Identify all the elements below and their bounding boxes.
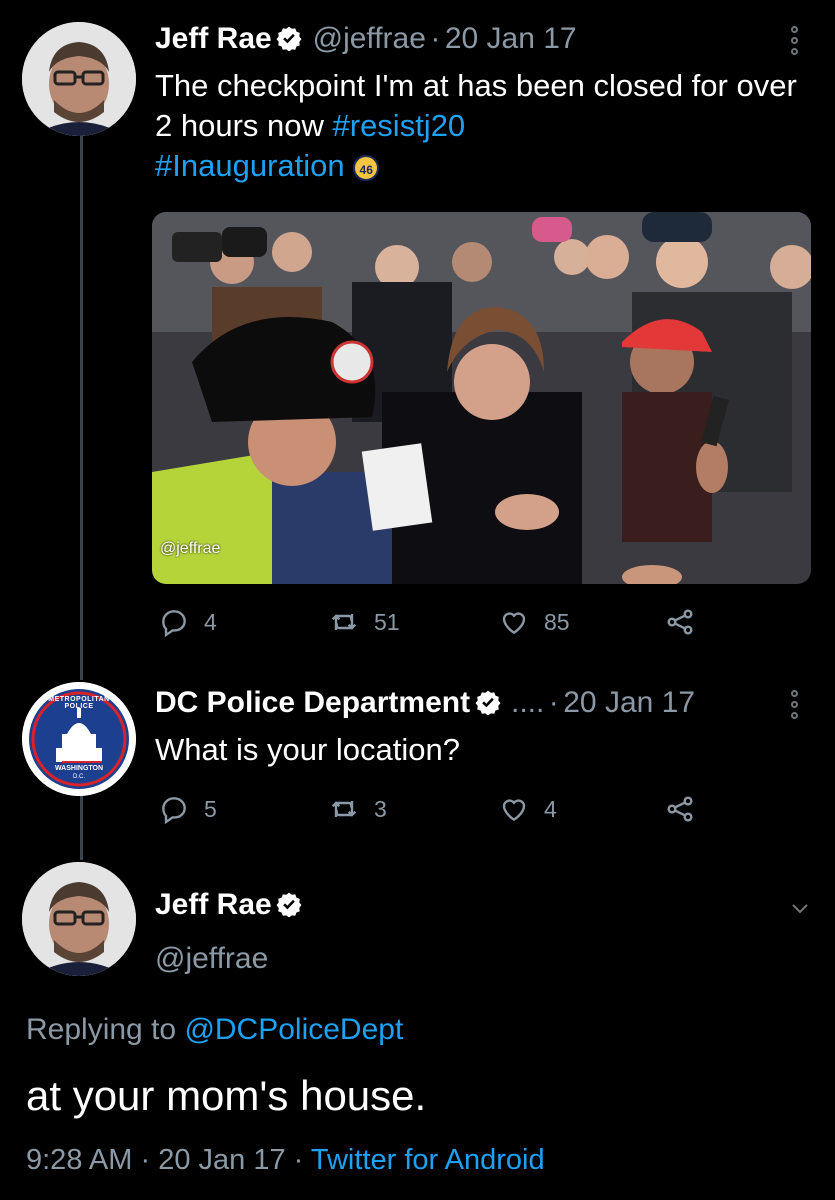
hashtag-link[interactable]: #resistj20 bbox=[333, 108, 466, 143]
more-options-icon[interactable] bbox=[788, 26, 800, 55]
photo-watermark: @jeffrae bbox=[160, 540, 221, 557]
separator-dot: · bbox=[548, 686, 559, 719]
share-icon bbox=[667, 796, 693, 822]
tweet-header: DC Police Department .... · 20 Jan 17 bbox=[155, 686, 695, 720]
retweet-icon bbox=[331, 614, 357, 630]
tweet-date[interactable]: 20 Jan 17 bbox=[445, 22, 577, 55]
separator-dot: · bbox=[430, 22, 441, 55]
tweet-body: The checkpoint I'm at has been closed fo… bbox=[155, 68, 797, 143]
replying-label: Replying to bbox=[26, 1013, 185, 1046]
reply-count: 5 bbox=[204, 795, 217, 822]
tweet-photo[interactable]: @jeffrae bbox=[152, 212, 811, 584]
author-name[interactable]: Jeff Rae bbox=[155, 22, 272, 55]
hashtag-link[interactable]: #Inauguration bbox=[155, 148, 345, 183]
like-count: 4 bbox=[544, 795, 557, 822]
avatar[interactable] bbox=[22, 862, 136, 976]
retweet-count: 51 bbox=[374, 608, 400, 635]
tweet-text: What is your location? bbox=[155, 732, 460, 767]
verified-icon bbox=[475, 690, 500, 715]
tweet-date[interactable]: 20 Jan 17 bbox=[563, 686, 695, 719]
heart-icon bbox=[502, 612, 526, 635]
retweet-icon bbox=[331, 801, 357, 817]
author-handle[interactable]: .... bbox=[511, 686, 544, 719]
like-count: 85 bbox=[544, 608, 570, 635]
tweet-header: Jeff Rae @jeffrae · 20 Jan 17 bbox=[155, 22, 577, 62]
retweet-button[interactable]: 51 bbox=[328, 606, 400, 638]
retweet-count: 3 bbox=[374, 795, 387, 822]
tweet-time: 9:28 AM bbox=[26, 1144, 133, 1176]
verified-icon bbox=[276, 26, 302, 51]
chevron-down-icon[interactable] bbox=[788, 896, 812, 920]
tweet-date: 20 Jan 17 bbox=[158, 1144, 286, 1176]
author-name[interactable]: Jeff Rae bbox=[155, 888, 272, 921]
reply-button[interactable]: 4 bbox=[158, 606, 217, 638]
share-button[interactable] bbox=[664, 606, 696, 638]
share-icon bbox=[667, 609, 693, 635]
logo-text-bottom: WASHINGTON bbox=[54, 765, 104, 772]
tweet-source-link[interactable]: Twitter for Android bbox=[311, 1144, 545, 1176]
reply-count: 4 bbox=[204, 608, 217, 635]
reply-icon bbox=[162, 797, 186, 825]
replying-to-link[interactable]: @DCPoliceDept bbox=[184, 1013, 403, 1046]
avatar-photo bbox=[22, 862, 136, 976]
main-tweet-text: at your mom's house. bbox=[26, 1072, 427, 1119]
separator-dot: · bbox=[140, 1144, 151, 1176]
hashtag-emoji-badge: 46 bbox=[353, 155, 380, 181]
avatar[interactable] bbox=[22, 22, 136, 136]
author-handle[interactable]: @jeffrae bbox=[155, 942, 268, 976]
logo-text-dc: D.C. bbox=[73, 774, 85, 780]
thread-line bbox=[80, 135, 83, 680]
heart-icon bbox=[502, 799, 526, 822]
replying-to: Replying to @DCPoliceDept bbox=[26, 1013, 403, 1047]
tweet-text: The checkpoint I'm at has been closed fo… bbox=[155, 66, 815, 186]
more-options-icon[interactable] bbox=[788, 690, 800, 719]
reply-icon bbox=[162, 610, 186, 638]
verified-icon bbox=[276, 892, 302, 917]
share-button[interactable] bbox=[664, 793, 696, 825]
police-avatar[interactable]: METROPOLITAN POLICE WASHINGTON D.C. bbox=[22, 682, 136, 796]
like-button[interactable]: 85 bbox=[498, 606, 570, 638]
author-handle[interactable]: @jeffrae bbox=[313, 22, 426, 55]
avatar-photo bbox=[22, 22, 136, 136]
logo-text-top: METROPOLITAN POLICE bbox=[48, 696, 110, 710]
author-name[interactable]: DC Police Department bbox=[155, 686, 470, 719]
crowd-photo bbox=[152, 212, 811, 584]
reply-button[interactable]: 5 bbox=[158, 793, 217, 825]
tweet-meta: 9:28 AM · 20 Jan 17 · Twitter for Androi… bbox=[26, 1144, 545, 1177]
separator-dot: · bbox=[293, 1144, 304, 1176]
tweet-header: Jeff Rae bbox=[155, 888, 302, 922]
like-button[interactable]: 4 bbox=[498, 793, 557, 825]
retweet-button[interactable]: 3 bbox=[328, 793, 387, 825]
